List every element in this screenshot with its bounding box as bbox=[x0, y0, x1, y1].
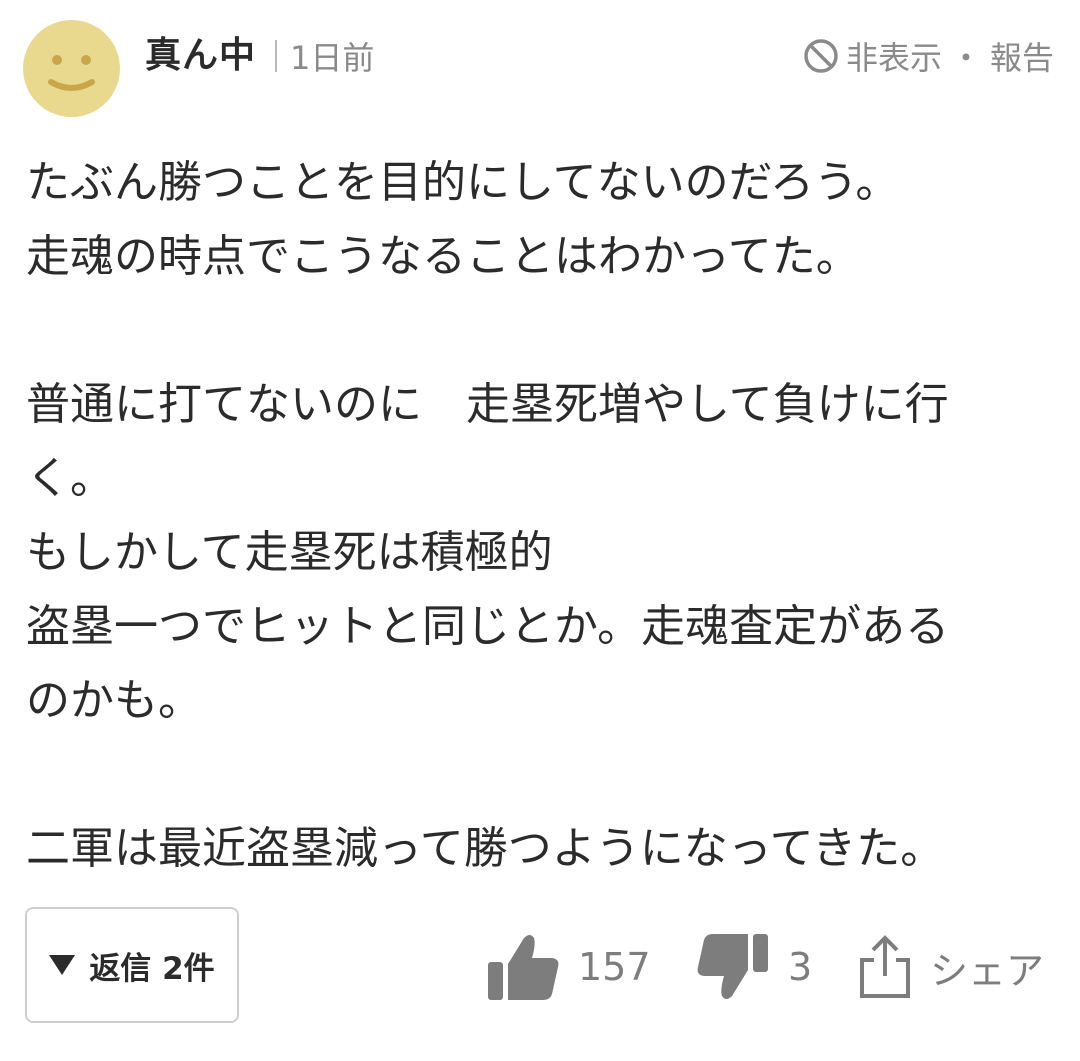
like-count: 157 bbox=[578, 945, 651, 989]
comment-line: たぶん勝つことを目的にしてないのだろう。 bbox=[26, 157, 900, 208]
dislike-button[interactable]: 3 bbox=[696, 925, 812, 1009]
header-divider bbox=[275, 40, 277, 72]
username[interactable]: 真ん中 bbox=[145, 33, 256, 79]
dislike-count: 3 bbox=[788, 945, 813, 989]
hide-icon[interactable] bbox=[802, 37, 840, 75]
comment-line: 普通に打てないのに 走塁死増やして負けに行 bbox=[26, 379, 949, 430]
replies-button[interactable]: 返信 2件 bbox=[25, 907, 239, 1023]
comment-line: く。 bbox=[26, 453, 114, 504]
comment-line: 盗塁一つでヒットと同じとか。走魂査定がある bbox=[26, 601, 950, 652]
thumbs-up-icon bbox=[488, 935, 559, 1000]
report-button[interactable]: 報告 bbox=[990, 33, 1054, 79]
like-button[interactable]: 157 bbox=[486, 925, 651, 1009]
triangle-down-icon bbox=[49, 955, 76, 975]
replies-label: 返信 2件 bbox=[89, 950, 215, 987]
comment-blank-line bbox=[26, 294, 1056, 368]
share-button[interactable]: シェア bbox=[858, 925, 1044, 1009]
comment-line: のかも。 bbox=[26, 675, 202, 726]
comment-line: 二軍は最近盗塁減って勝つようになってきた。 bbox=[26, 823, 945, 874]
menu-separator: ・ bbox=[949, 39, 982, 77]
comment-line: 走魂の時点でこうなることはわかってた。 bbox=[26, 231, 860, 282]
comment-header: 真ん中 1日前 非表示 ・ 報告 bbox=[0, 0, 1080, 120]
comment-blank-line bbox=[26, 738, 1056, 812]
comment-line: もしかして走塁死は積極的 bbox=[26, 527, 553, 578]
comment-menu: 非表示 ・ 報告 bbox=[802, 33, 1054, 79]
thumbs-down-icon bbox=[697, 934, 768, 999]
avatar-smiley-icon[interactable] bbox=[23, 20, 120, 117]
hide-button[interactable]: 非表示 bbox=[846, 33, 942, 79]
timestamp: 1日前 bbox=[290, 39, 375, 77]
share-icon bbox=[860, 935, 910, 998]
comment-body: たぶん勝つことを目的にしてないのだろう。 走魂の時点でこうなることはわかってた。… bbox=[26, 146, 1056, 886]
share-label: シェア bbox=[930, 948, 1045, 993]
